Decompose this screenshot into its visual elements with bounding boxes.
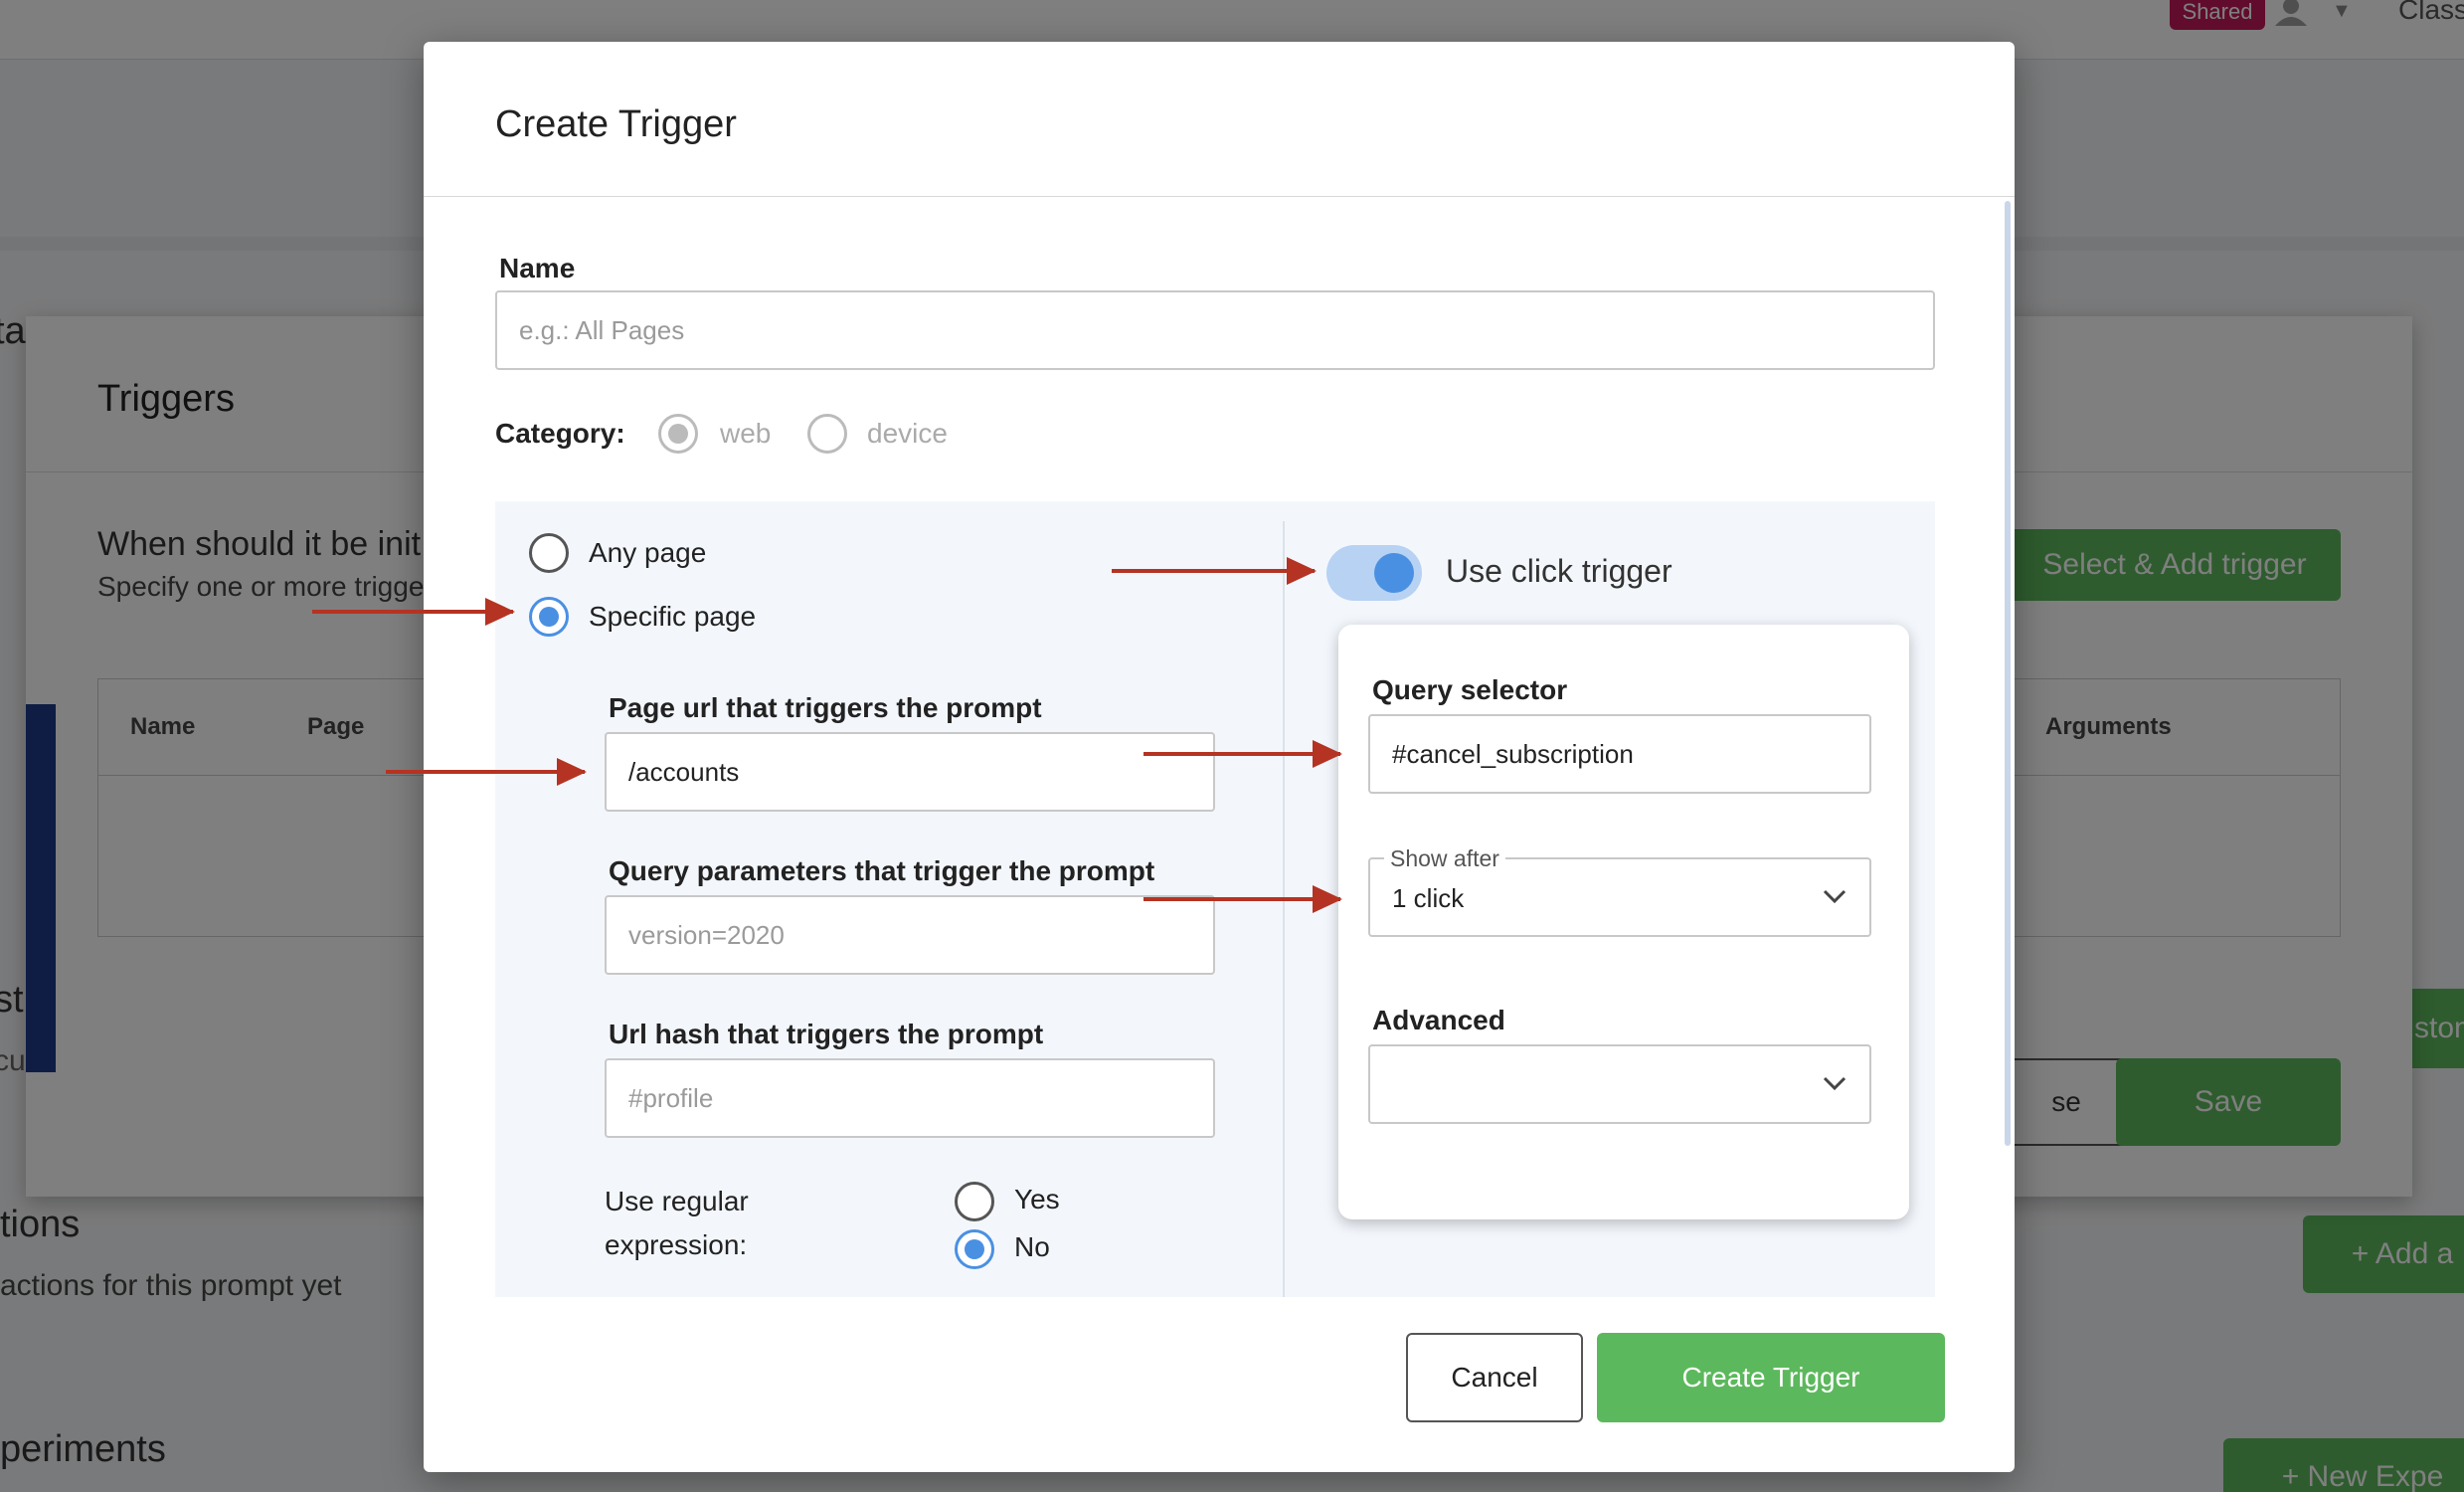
url-hash-label: Url hash that triggers the prompt (609, 1019, 1044, 1049)
category-device-radio[interactable] (807, 414, 847, 454)
name-label: Name (499, 253, 576, 283)
show-after-select[interactable]: Show after 1 click (1368, 845, 1871, 937)
url-hash-input[interactable] (605, 1058, 1215, 1138)
advanced-select[interactable] (1368, 1044, 1871, 1124)
annotation-arrow-page-url (386, 758, 587, 786)
chevron-down-icon (1823, 1076, 1847, 1091)
name-input[interactable] (495, 290, 1935, 370)
query-params-input[interactable] (605, 895, 1215, 975)
annotation-arrow-click-trigger (1112, 557, 1317, 585)
regex-label-line2: expression: (605, 1229, 748, 1260)
query-selector-input[interactable] (1368, 714, 1871, 794)
modal-title: Create Trigger (495, 103, 737, 145)
regex-no-radio[interactable] (955, 1229, 994, 1269)
regex-yes-radio[interactable] (955, 1182, 994, 1221)
category-device-label: device (867, 418, 948, 449)
modal-header: Create Trigger (424, 42, 2015, 197)
show-after-legend: Show after (1384, 845, 1505, 872)
category-web-label: web (720, 418, 772, 449)
category-web-radio[interactable] (658, 414, 698, 454)
specific-page-label: Specific page (589, 601, 757, 632)
annotation-arrow-show-after (1144, 885, 1342, 913)
chevron-down-icon (1823, 889, 1847, 904)
cancel-button[interactable]: Cancel (1406, 1333, 1583, 1422)
create-trigger-modal: Create Trigger Name Category: web device… (424, 42, 2015, 1472)
click-trigger-toggle[interactable] (1326, 545, 1422, 601)
any-page-label: Any page (589, 537, 707, 568)
panel-divider (1283, 521, 1285, 1297)
advanced-label: Advanced (1372, 1005, 1505, 1035)
page-url-label: Page url that triggers the prompt (609, 692, 1042, 723)
click-trigger-label: Use click trigger (1446, 553, 1672, 589)
modal-scrollbar[interactable] (2005, 201, 2011, 1146)
query-selector-label: Query selector (1372, 674, 1568, 705)
specific-page-radio[interactable] (529, 597, 569, 637)
category-label: Category: (495, 418, 625, 449)
page-url-input[interactable] (605, 732, 1215, 812)
regex-label-line1: Use regular (605, 1186, 749, 1216)
annotation-arrow-query-selector (1144, 740, 1342, 768)
query-params-label: Query parameters that trigger the prompt (609, 855, 1155, 886)
create-trigger-button[interactable]: Create Trigger (1597, 1333, 1945, 1422)
annotation-arrow-specific-page (312, 598, 515, 626)
click-trigger-toggle-knob (1374, 553, 1414, 593)
regex-yes-label: Yes (1014, 1184, 1060, 1214)
show-after-value: 1 click (1392, 883, 1465, 913)
any-page-radio[interactable] (529, 533, 569, 573)
regex-no-label: No (1014, 1231, 1050, 1262)
